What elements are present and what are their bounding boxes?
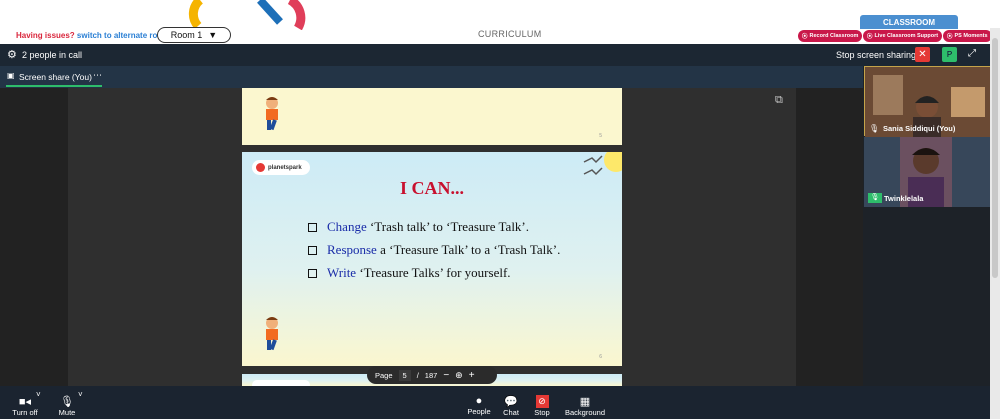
chat-button[interactable]: 💬 Chat (497, 395, 525, 417)
slide-page-number: 5 (599, 133, 602, 139)
mic-icon: 🎙 (868, 193, 882, 203)
stop-sharing-button[interactable]: ✕ (915, 47, 930, 62)
participant-name: Twinklelala (884, 194, 924, 203)
avatar[interactable]: P (942, 47, 957, 62)
checkbox-icon (308, 268, 317, 278)
moments-icon: ⦿ (947, 34, 953, 40)
background-button[interactable]: ▦ Background (560, 395, 610, 417)
ps-moments-button[interactable]: ⦿ PS Moments (943, 30, 992, 42)
open-external-icon[interactable]: ⧉ (775, 94, 783, 107)
page-separator: / (416, 370, 419, 380)
chevron-down-icon[interactable]: ˅ (36, 390, 41, 399)
support-icon: ⦿ (867, 34, 873, 40)
scrollbar[interactable] (990, 28, 1000, 419)
zoom-icon[interactable]: ⊕ (455, 370, 463, 381)
people-button[interactable]: ● People (464, 395, 494, 416)
participant-name: Sania Siddiqui (You) (883, 124, 956, 133)
classroom-tab[interactable]: CLASSROOM (860, 15, 958, 29)
slide-title: I CAN... (399, 178, 464, 198)
slide-page-number: 6 (599, 354, 602, 360)
more-icon[interactable]: ⋯ (93, 70, 102, 81)
page-total: 187 (424, 370, 438, 380)
record-classroom-button[interactable]: ⦿ Record Classroom (798, 30, 863, 42)
room-select[interactable]: Room 1 ▼ (157, 27, 231, 43)
page-input[interactable]: 5 (398, 369, 411, 381)
screen-share-icon: ▣ (7, 71, 15, 80)
slide-previous: 5 (242, 88, 622, 145)
planet-icon (256, 163, 265, 172)
chevron-down-icon[interactable]: ˅ (78, 390, 83, 399)
mic-icon: 🎙 (869, 124, 880, 133)
share-tab-bar: ▣ Screen share (You) ⋯ (0, 66, 990, 88)
bottom-toolbar: ■◂ Turn off ˅ 🎙 Mute ˅ ● People 💬 Chat ⊘ Stop… (0, 386, 990, 419)
fullscreen-icon[interactable]: ⤢ (968, 48, 976, 59)
zoom-in-button[interactable]: + (469, 370, 475, 381)
slide-current: planetspark I CAN... Change ‘Trash talk’… (242, 152, 622, 366)
page-label: Page (375, 370, 393, 380)
curriculum-tab[interactable]: CURRICULUM (478, 29, 542, 39)
boy-character-icon (266, 97, 278, 131)
video-tile[interactable]: 🎙 Sania Siddiqui (You) (864, 66, 991, 137)
issues-message: Having issues? switch to alternate room (16, 31, 170, 40)
scrollbar-thumb[interactable] (992, 38, 998, 278)
record-icon: ⦿ (802, 34, 808, 40)
stop-share-icon: ⊘ (535, 395, 549, 408)
background-icon: ▦ (579, 396, 591, 408)
dropdown-arrow-icon: ▼ (208, 30, 218, 40)
checkbox-icon (308, 245, 317, 255)
planetspark-logo: planetspark (252, 160, 310, 175)
slide-bullet: Write ‘Treasure Talks’ for yourself. (308, 265, 511, 281)
people-count: 2 people in call (22, 50, 83, 60)
people-icon: ● (475, 395, 483, 407)
switch-room-link[interactable]: switch to alternate room (77, 31, 169, 40)
page-controls: Page 5 / 187 − ⊕ + (367, 366, 497, 384)
slide-bullet: Change ‘Trash talk’ to ‘Treasure Talk’. (308, 219, 529, 235)
stop-share-button[interactable]: ⊘ Stop (528, 395, 556, 417)
live-support-button[interactable]: ⦿ Live Classroom Support (863, 30, 943, 42)
slide-bullet: Response a ‘Treasure Talk’ to a ‘Trash T… (308, 242, 560, 258)
video-feed (864, 137, 990, 207)
zoom-out-button[interactable]: − (443, 370, 449, 381)
video-tile[interactable]: 🎙 Twinklelala (864, 137, 990, 207)
stop-sharing-label: Stop screen sharing (836, 50, 917, 60)
gear-icon[interactable]: ⚙ (7, 48, 17, 61)
call-bar: ⚙ 2 people in call Stop screen sharing ✕… (0, 44, 990, 66)
active-tab-indicator (6, 85, 102, 87)
tab-screen-share[interactable]: Screen share (You) (19, 72, 92, 82)
boy-character-icon (266, 317, 278, 351)
brand-logo (188, 0, 306, 30)
chat-icon: 💬 (504, 396, 518, 408)
checkbox-icon (308, 222, 317, 232)
